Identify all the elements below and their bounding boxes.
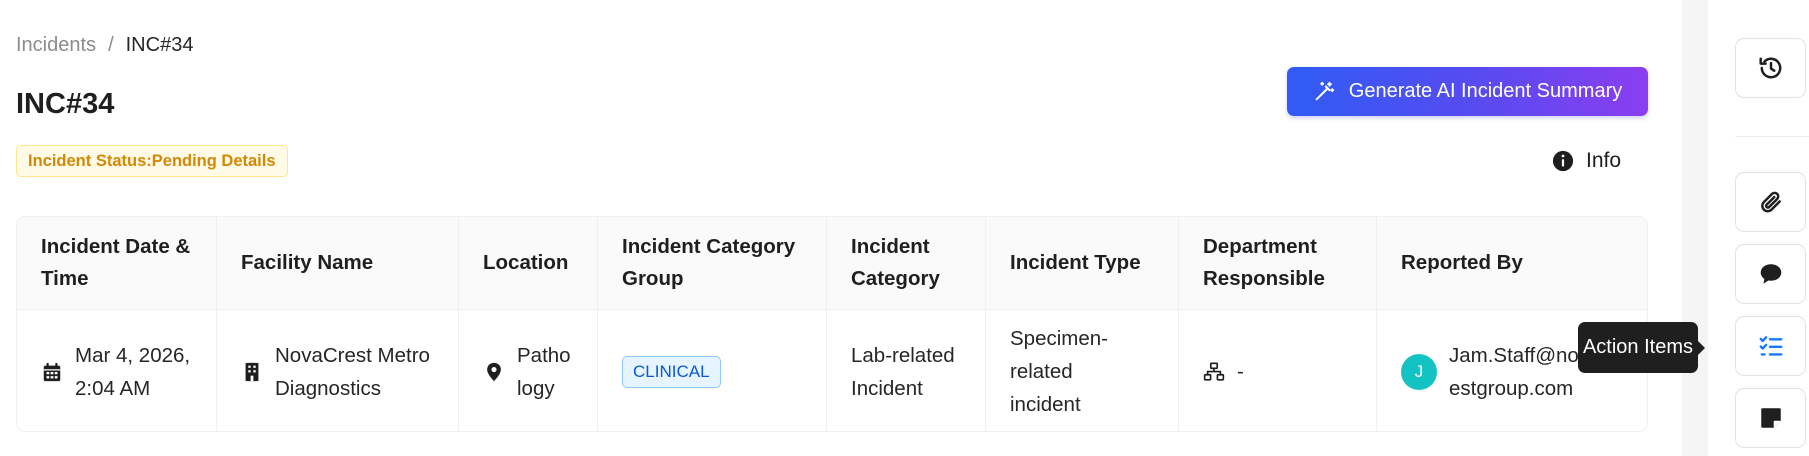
- page-title: INC#34: [16, 88, 115, 120]
- incident-type: Specimen-related incident: [1010, 327, 1108, 416]
- cell-date-time: Mar 4, 2026, 2:04 AM: [17, 310, 217, 431]
- checklist-icon: [1758, 333, 1784, 359]
- comment-icon: [1758, 261, 1784, 287]
- breadcrumb-current: INC#34: [125, 34, 194, 56]
- status-badge-label: Incident Status:Pending Details: [28, 151, 276, 170]
- cell-department: -: [1179, 310, 1377, 431]
- incident-details-table: Incident Date & Time Facility Name Locat…: [16, 216, 1648, 432]
- history-button[interactable]: [1735, 38, 1806, 98]
- info-label: Info: [1586, 149, 1622, 172]
- column-header-date-time: Incident Date & Time: [17, 217, 217, 309]
- tooltip-arrow: [1697, 340, 1705, 356]
- notes-button[interactable]: [1735, 388, 1806, 448]
- column-header-category: Incident Category: [827, 217, 986, 309]
- column-header-type: Incident Type: [986, 217, 1179, 309]
- facility-name: NovaCrest Metro Diagnostics: [275, 343, 430, 400]
- table-header-row: Incident Date & Time Facility Name Locat…: [17, 217, 1647, 310]
- calendar-icon: [41, 361, 63, 383]
- column-header-department: Department Responsible: [1179, 217, 1377, 309]
- generate-ai-summary-label: Generate AI Incident Summary: [1348, 80, 1623, 102]
- breadcrumb: Incidents / INC#34: [16, 34, 193, 57]
- department-responsible: -: [1237, 360, 1244, 383]
- info-circle-icon: [1552, 150, 1574, 172]
- info-button[interactable]: Info: [1552, 149, 1621, 173]
- incident-category: Lab-related Incident: [851, 343, 955, 400]
- org-chart-icon: [1203, 361, 1225, 383]
- cell-category-group: CLINICAL: [598, 310, 827, 431]
- action-items-button[interactable]: [1735, 316, 1806, 376]
- column-header-facility: Facility Name: [217, 217, 459, 309]
- attachments-button[interactable]: [1735, 172, 1806, 232]
- action-items-tooltip: Action Items: [1578, 322, 1698, 373]
- map-pin-icon: [483, 361, 505, 383]
- history-icon: [1758, 55, 1784, 81]
- avatar: J: [1401, 353, 1437, 390]
- table-row[interactable]: Mar 4, 2026, 2:04 AM NovaCrest Metro Dia…: [17, 310, 1647, 431]
- building-icon: [241, 361, 263, 383]
- paperclip-icon: [1758, 189, 1784, 215]
- note-icon: [1758, 405, 1784, 431]
- breadcrumb-incidents-link[interactable]: Incidents: [16, 34, 96, 57]
- right-sidebar: [1708, 0, 1809, 456]
- magic-wand-icon: [1313, 81, 1335, 103]
- incident-date-time: Mar 4, 2026, 2:04 AM: [75, 343, 191, 400]
- main-content: Incidents / INC#34 INC#34 Incident Statu…: [0, 0, 1682, 456]
- generate-ai-summary-button[interactable]: Generate AI Incident Summary: [1287, 67, 1648, 116]
- cell-category: Lab-related Incident: [827, 310, 986, 431]
- sidebar-divider: [1735, 136, 1809, 137]
- breadcrumb-separator: /: [108, 34, 114, 56]
- column-header-location: Location: [459, 217, 598, 309]
- column-header-reported-by: Reported By: [1401, 251, 1523, 274]
- location-name: Patho logy: [517, 343, 571, 400]
- cell-location: Patho logy: [459, 310, 598, 431]
- status-badge: Incident Status:Pending Details: [16, 145, 288, 177]
- comments-button[interactable]: [1735, 244, 1806, 304]
- cell-facility: NovaCrest Metro Diagnostics: [217, 310, 459, 431]
- cell-type: Specimen-related incident: [986, 310, 1179, 431]
- category-group-tag: CLINICAL: [622, 355, 721, 388]
- scrollbar-track: [1682, 0, 1708, 456]
- column-header-category-group: Incident Category Group: [598, 217, 827, 309]
